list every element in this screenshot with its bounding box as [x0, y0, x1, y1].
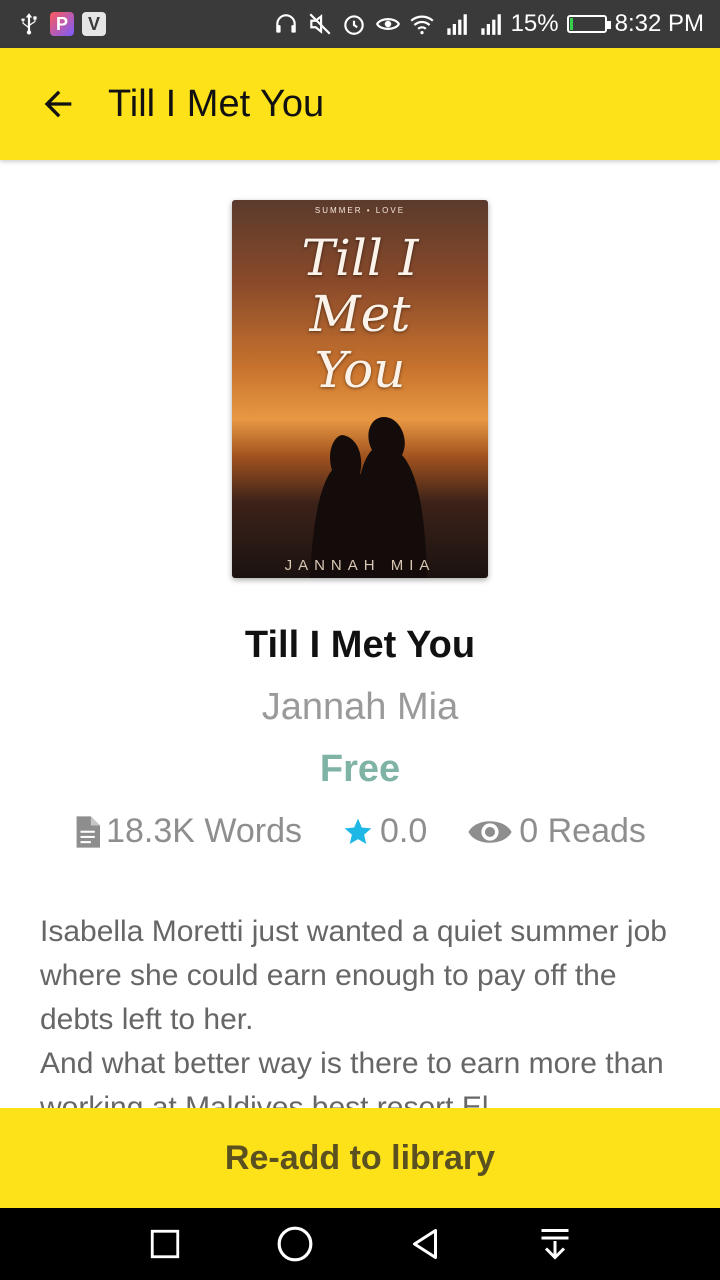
- word-count-stat: 18.3K Words: [74, 812, 302, 851]
- app-bar: Till I Met You: [0, 48, 720, 160]
- triangle-back-icon: [413, 1229, 437, 1259]
- cover-title-line: Till I: [301, 229, 419, 287]
- eye-icon: [468, 820, 512, 843]
- recents-button[interactable]: [140, 1219, 190, 1269]
- back-nav-button[interactable]: [400, 1219, 450, 1269]
- home-button[interactable]: [270, 1219, 320, 1269]
- back-button[interactable]: [36, 82, 80, 126]
- book-title: Till I Met You: [244, 624, 476, 666]
- battery-icon: [566, 15, 611, 33]
- cover-title-line: Met: [309, 285, 411, 343]
- cover-series: SUMMER • LOVE: [314, 206, 406, 215]
- clock: 8:32 PM: [614, 10, 704, 37]
- reads-count: 0 Reads: [519, 812, 646, 850]
- word-count: 18.3K Words: [106, 812, 302, 850]
- reads-stat: 0 Reads: [467, 812, 646, 851]
- eye-icon: [375, 18, 400, 30]
- readd-to-library-button[interactable]: Re-add to library: [0, 1108, 720, 1208]
- rating-value: 0.0: [380, 812, 428, 850]
- headset-icon: [275, 14, 296, 33]
- book-price: Free: [319, 748, 401, 790]
- signal-icon: [446, 14, 467, 35]
- wifi-icon: [410, 15, 434, 35]
- book-detail-content[interactable]: SUMMER • LOVE Till I Met You JANNAH MIA …: [0, 160, 720, 1108]
- status-bar: P V 15% 8:32 PM: [0, 0, 720, 48]
- book-author[interactable]: Jannah Mia: [0, 686, 720, 729]
- v-app-icon: V: [82, 12, 106, 36]
- rating-stat: 0.0: [342, 812, 427, 851]
- cover-author: JANNAH MIA: [284, 557, 436, 574]
- document-icon: [76, 815, 101, 848]
- mute-icon: [309, 13, 331, 35]
- usb-icon: [21, 13, 37, 35]
- star-icon: [344, 818, 372, 844]
- battery-percent: 15%: [510, 10, 559, 37]
- notification-pull-button[interactable]: [530, 1219, 580, 1269]
- battery-fill: [569, 18, 573, 30]
- book-description: Isabella Moretti just wanted a quiet sum…: [40, 915, 667, 1108]
- book-stats: 18.3K Words 0.0 0 Reads: [0, 812, 720, 851]
- cover-title-line: You: [314, 341, 406, 399]
- pull-down-icon: [541, 1229, 569, 1260]
- page-title: Till I Met You: [108, 82, 325, 125]
- status-left: P V: [16, 11, 106, 37]
- system-nav-bar: [0, 1208, 720, 1280]
- couple-silhouette: [310, 417, 427, 578]
- arrow-left-icon: [44, 90, 72, 118]
- status-right: 15% 8:32 PM: [273, 10, 704, 38]
- signal-icon: [480, 14, 501, 35]
- book-cover: SUMMER • LOVE Till I Met You JANNAH MIA: [232, 200, 488, 578]
- square-icon: [150, 1229, 180, 1259]
- circle-icon: [277, 1226, 313, 1262]
- cover-title: Till I Met You: [232, 230, 488, 398]
- alarm-icon: [343, 15, 364, 35]
- p-app-icon: P: [50, 12, 74, 36]
